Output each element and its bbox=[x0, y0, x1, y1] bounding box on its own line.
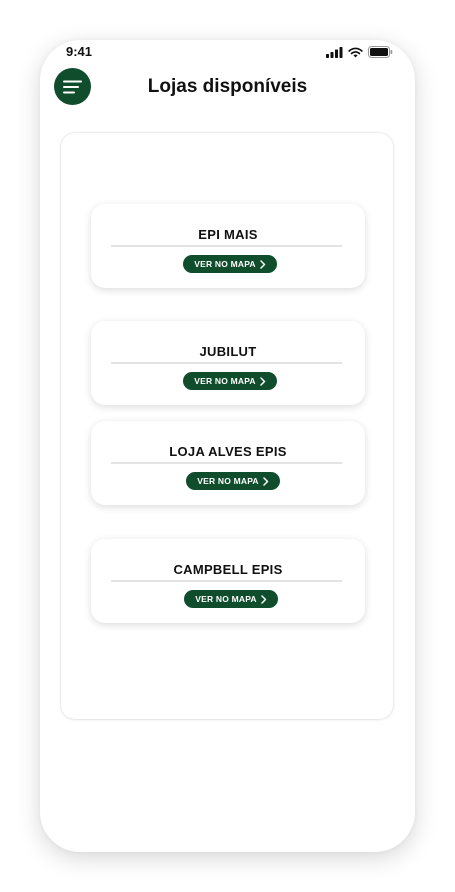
store-name: JUBILUT bbox=[199, 344, 257, 359]
status-bar: 9:41 bbox=[40, 40, 415, 64]
status-time: 9:41 bbox=[66, 44, 93, 59]
store-card[interactable]: LOJA ALVES EPIS VER NO MAPA bbox=[91, 421, 365, 505]
view-on-map-label: VER NO MAPA bbox=[197, 476, 259, 486]
store-card[interactable]: EPI MAIS VER NO MAPA bbox=[91, 204, 365, 288]
view-on-map-label: VER NO MAPA bbox=[194, 259, 256, 269]
store-name: EPI MAIS bbox=[198, 227, 258, 242]
divider bbox=[111, 362, 342, 364]
view-on-map-button[interactable]: VER NO MAPA bbox=[184, 590, 278, 608]
chevron-right-icon bbox=[261, 594, 267, 604]
status-icons bbox=[326, 46, 393, 58]
battery-icon bbox=[368, 46, 393, 58]
view-on-map-label: VER NO MAPA bbox=[194, 376, 256, 386]
chevron-right-icon bbox=[260, 259, 266, 269]
store-name: LOJA ALVES EPIS bbox=[169, 444, 287, 459]
screen: 9:41 Lojas disponíveis EPI MAIS VER NO M… bbox=[0, 0, 455, 892]
page-title: Lojas disponíveis bbox=[147, 76, 308, 97]
view-on-map-button[interactable]: VER NO MAPA bbox=[186, 472, 280, 490]
view-on-map-button[interactable]: VER NO MAPA bbox=[183, 372, 277, 390]
store-card[interactable]: CAMPBELL EPIS VER NO MAPA bbox=[91, 539, 365, 623]
store-name: CAMPBELL EPIS bbox=[173, 562, 283, 577]
divider bbox=[111, 245, 342, 247]
divider bbox=[111, 580, 342, 582]
store-card[interactable]: JUBILUT VER NO MAPA bbox=[91, 321, 365, 405]
view-on-map-button[interactable]: VER NO MAPA bbox=[183, 255, 277, 273]
chevron-right-icon bbox=[260, 376, 266, 386]
view-on-map-label: VER NO MAPA bbox=[195, 594, 257, 604]
divider bbox=[111, 462, 342, 464]
phone-frame: 9:41 Lojas disponíveis EPI MAIS VER NO M… bbox=[40, 40, 415, 852]
chevron-right-icon bbox=[263, 476, 269, 486]
cellular-signal-icon bbox=[326, 46, 343, 58]
wifi-icon bbox=[348, 47, 363, 57]
